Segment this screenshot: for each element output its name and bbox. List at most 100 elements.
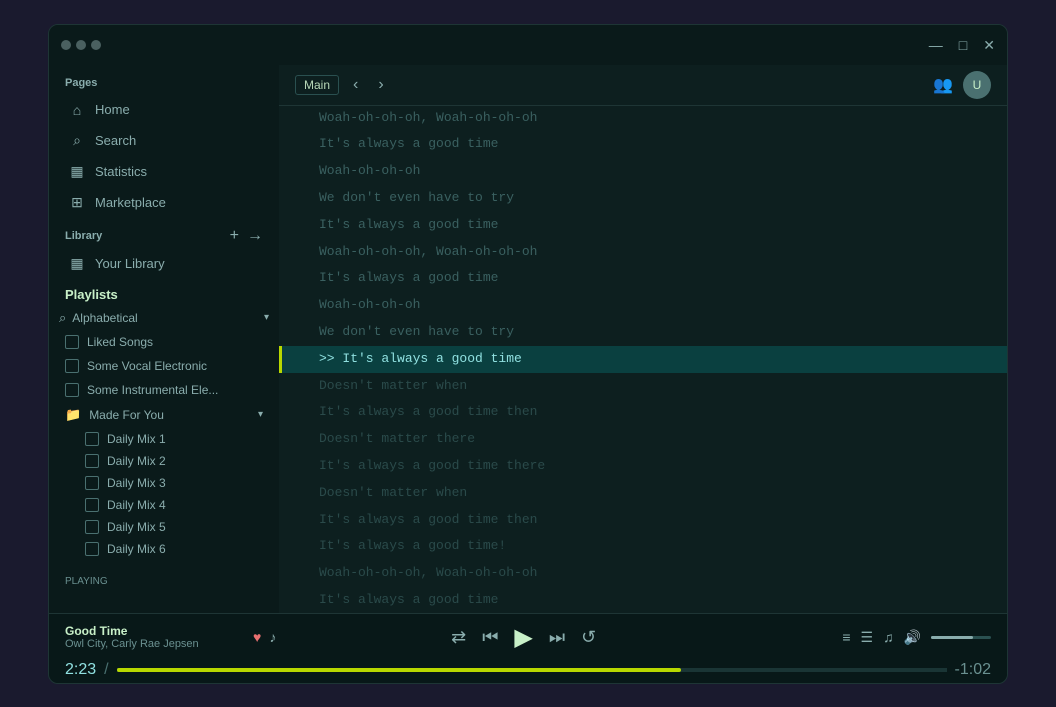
- playlist-item-liked[interactable]: Liked Songs: [49, 330, 279, 354]
- lyric-line: Woah-oh-oh-oh: [279, 292, 1007, 319]
- sort-label[interactable]: Alphabetical: [72, 311, 258, 325]
- next-button[interactable]: ⏭: [549, 627, 565, 648]
- time-current: 2:23: [65, 661, 96, 679]
- lyric-line: We don't even have to try: [279, 319, 1007, 346]
- daily-mix-6[interactable]: Daily Mix 6: [69, 538, 279, 560]
- maximize-button[interactable]: □: [959, 38, 967, 52]
- sidebar-item-your-library[interactable]: ▦ Your Library: [53, 248, 275, 279]
- statistics-icon: ▦: [69, 163, 85, 180]
- device-button[interactable]: ♫: [883, 629, 894, 645]
- like-button[interactable]: ♥: [253, 629, 261, 645]
- dm2-checkbox[interactable]: [85, 454, 99, 468]
- lyrics-area[interactable]: Freaked out, dropped my phone in the poo…: [279, 106, 1007, 613]
- shuffle-button[interactable]: ⇄: [451, 627, 466, 648]
- progress-bar[interactable]: [117, 668, 947, 672]
- playing-label: Playing: [65, 576, 263, 587]
- main-label: Main: [295, 75, 339, 95]
- repeat-button[interactable]: ↺: [581, 627, 596, 648]
- player-right: ≡ ☰ ♫ 🔊: [771, 629, 991, 646]
- sidebar-item-home[interactable]: ⌂ Home: [53, 95, 275, 125]
- close-button[interactable]: ✕: [983, 38, 995, 52]
- lyric-line: Woah-oh-oh-oh, Woah-oh-oh-oh: [279, 239, 1007, 266]
- lyric-line: >> It's always a good time: [279, 346, 1007, 373]
- daily-mix-label: Daily Mix 2: [107, 454, 166, 468]
- pages-label: Pages: [49, 65, 279, 95]
- note-button[interactable]: ♪: [269, 629, 276, 645]
- user-avatar[interactable]: U: [963, 71, 991, 99]
- minimize-button[interactable]: —: [929, 38, 943, 52]
- library-actions: + →: [230, 228, 263, 244]
- lyric-line: It's always a good time: [279, 265, 1007, 292]
- lyric-line: Doesn't matter there: [279, 426, 1007, 453]
- play-button[interactable]: ▶: [514, 623, 532, 652]
- daily-mix-label: Daily Mix 3: [107, 476, 166, 490]
- titlebar-dots: [61, 40, 101, 50]
- daily-mix-label: Daily Mix 4: [107, 498, 166, 512]
- search-icon: ⌕: [69, 132, 85, 149]
- daily-mix-label: Daily Mix 1: [107, 432, 166, 446]
- sort-row: ⌕ Alphabetical ▾: [49, 306, 279, 330]
- sort-chevron-icon: ▾: [264, 312, 269, 323]
- track-info: Good Time Owl City, Carly Rae Jepsen: [65, 624, 245, 650]
- playlist-item-vocal[interactable]: Some Vocal Electronic: [49, 354, 279, 378]
- add-library-button[interactable]: +: [230, 228, 239, 244]
- daily-mix-4[interactable]: Daily Mix 4: [69, 494, 279, 516]
- content-actions: 👥 U: [933, 71, 991, 99]
- time-total: -1:02: [955, 661, 991, 679]
- daily-mix-5[interactable]: Daily Mix 5: [69, 516, 279, 538]
- dot-3: [91, 40, 101, 50]
- vocal-checkbox[interactable]: [65, 359, 79, 373]
- player-controls: ⇄ ⏮ ▶ ⏭ ↺: [276, 623, 771, 652]
- folder-icon: 📁: [65, 407, 81, 423]
- dm4-checkbox[interactable]: [85, 498, 99, 512]
- lyric-line: It's always a good time: [279, 131, 1007, 158]
- volume-button[interactable]: 🔊: [904, 629, 921, 646]
- instrumental-checkbox[interactable]: [65, 383, 79, 397]
- home-icon: ⌂: [69, 102, 85, 118]
- sidebar-item-search[interactable]: ⌕ Search: [53, 125, 275, 156]
- friends-button[interactable]: 👥: [933, 75, 953, 95]
- liked-songs-checkbox[interactable]: [65, 335, 79, 349]
- sidebar-item-label: Statistics: [95, 164, 147, 179]
- daily-mix-list: Daily Mix 1 Daily Mix 2 Daily Mix 3 Dail…: [49, 428, 279, 560]
- daily-mix-label: Daily Mix 5: [107, 520, 166, 534]
- volume-bar[interactable]: [931, 636, 991, 639]
- dot-2: [76, 40, 86, 50]
- library-header: Library + →: [49, 218, 279, 248]
- lyrics-toggle-button[interactable]: ≡: [842, 629, 850, 645]
- nav-prev-button[interactable]: ‹: [347, 74, 364, 96]
- nav-next-button[interactable]: ›: [372, 74, 389, 96]
- sidebar-item-statistics[interactable]: ▦ Statistics: [53, 156, 275, 187]
- playlist-item-label: Liked Songs: [87, 335, 153, 349]
- queue-button[interactable]: ☰: [861, 629, 874, 646]
- dm3-checkbox[interactable]: [85, 476, 99, 490]
- playlist-item-label: Some Vocal Electronic: [87, 359, 207, 373]
- dot-1: [61, 40, 71, 50]
- dm5-checkbox[interactable]: [85, 520, 99, 534]
- track-artist: Owl City, Carly Rae Jepsen: [65, 638, 245, 650]
- library-label: Library: [65, 230, 102, 242]
- sidebar-item-marketplace[interactable]: ⊞ Marketplace: [53, 187, 275, 218]
- dm1-checkbox[interactable]: [85, 432, 99, 446]
- dm6-checkbox[interactable]: [85, 542, 99, 556]
- lyric-line: It's always a good time then: [279, 399, 1007, 426]
- playlist-item-instrumental[interactable]: Some Instrumental Ele...: [49, 378, 279, 402]
- friends-icon: 👥: [933, 77, 953, 94]
- content-header: Main ‹ › 👥 U: [279, 65, 1007, 106]
- folder-made-for-you[interactable]: 📁 Made For You ▾: [49, 402, 279, 428]
- folder-chevron-icon: ▾: [258, 409, 263, 420]
- lyric-line: Woah-oh-oh-oh: [279, 158, 1007, 185]
- your-library-label: Your Library: [95, 256, 165, 271]
- marketplace-icon: ⊞: [69, 194, 85, 211]
- daily-mix-1[interactable]: Daily Mix 1: [69, 428, 279, 450]
- lyric-line: Woah-oh-oh-oh, Woah-oh-oh-oh: [279, 106, 1007, 132]
- daily-mix-2[interactable]: Daily Mix 2: [69, 450, 279, 472]
- arrow-library-button[interactable]: →: [247, 228, 263, 244]
- prev-button[interactable]: ⏮: [482, 627, 498, 648]
- progress-section: 2:23 / -1:02: [49, 661, 1007, 683]
- search-small-icon: ⌕: [59, 310, 66, 326]
- lyric-line: It's always a good time: [279, 212, 1007, 239]
- sidebar-item-label: Search: [95, 133, 136, 148]
- folder-label: Made For You: [89, 408, 164, 422]
- daily-mix-3[interactable]: Daily Mix 3: [69, 472, 279, 494]
